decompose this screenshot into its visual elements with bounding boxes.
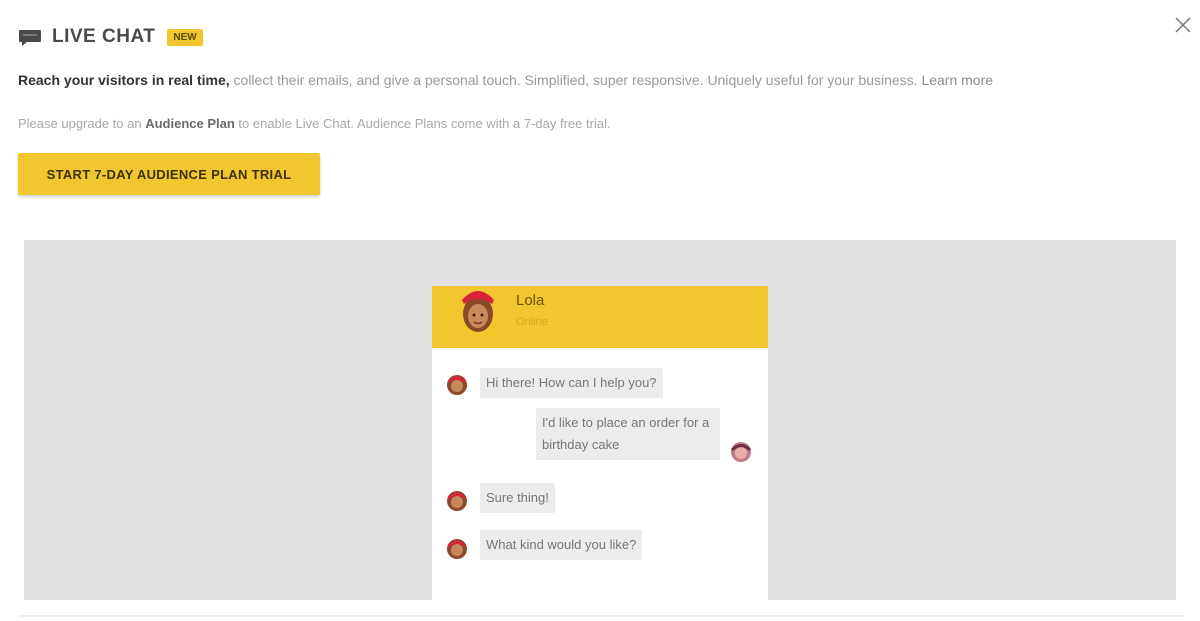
chat-message: Hi there! How can I help you? bbox=[480, 368, 663, 398]
description-text: collect their emails, and give a persona… bbox=[229, 72, 918, 88]
agent-message-avatar bbox=[447, 375, 467, 395]
agent-name: Lola bbox=[516, 292, 545, 309]
close-icon bbox=[1175, 17, 1191, 33]
agent-avatar bbox=[462, 291, 494, 332]
start-trial-button[interactable]: START 7-DAY AUDIENCE PLAN TRIAL bbox=[18, 153, 320, 195]
divider bbox=[18, 615, 1184, 617]
new-badge: NEW bbox=[167, 28, 203, 46]
message-bubble: I'd like to place an order for a birthda… bbox=[536, 408, 720, 460]
upgrade-note: Please upgrade to an Audience Plan to en… bbox=[18, 116, 611, 131]
audience-plan-label: Audience Plan bbox=[145, 116, 235, 131]
description-bold: Reach your visitors in real time, bbox=[18, 72, 230, 88]
chat-message: Sure thing! bbox=[480, 483, 555, 513]
message-bubble: Sure thing! bbox=[480, 483, 555, 513]
note-suffix: to enable Live Chat. Audience Plans come… bbox=[234, 116, 611, 131]
page-title: LIVE CHAT bbox=[52, 26, 156, 47]
message-bubble: Hi there! How can I help you? bbox=[480, 368, 663, 398]
agent-status: Online bbox=[516, 316, 548, 328]
description: Reach your visitors in real time, collec… bbox=[18, 70, 1188, 90]
chat-message: What kind would you like? bbox=[480, 530, 643, 560]
close-button[interactable] bbox=[1172, 14, 1194, 36]
chat-message: I'd like to place an order for a birthda… bbox=[536, 408, 720, 460]
agent-message-avatar bbox=[447, 491, 467, 511]
header: LIVE CHAT NEW bbox=[18, 26, 203, 48]
learn-more-link[interactable]: Learn more bbox=[921, 72, 993, 88]
chat-widget-preview: Lola Online Hi there! How can I help you… bbox=[432, 286, 768, 600]
chat-widget-header: Lola Online bbox=[432, 286, 768, 348]
message-bubble: What kind would you like? bbox=[480, 530, 643, 560]
visitor-avatar bbox=[730, 442, 752, 462]
agent-message-avatar bbox=[447, 539, 467, 559]
note-prefix: Please upgrade to an bbox=[18, 116, 146, 131]
chat-icon bbox=[18, 27, 42, 47]
